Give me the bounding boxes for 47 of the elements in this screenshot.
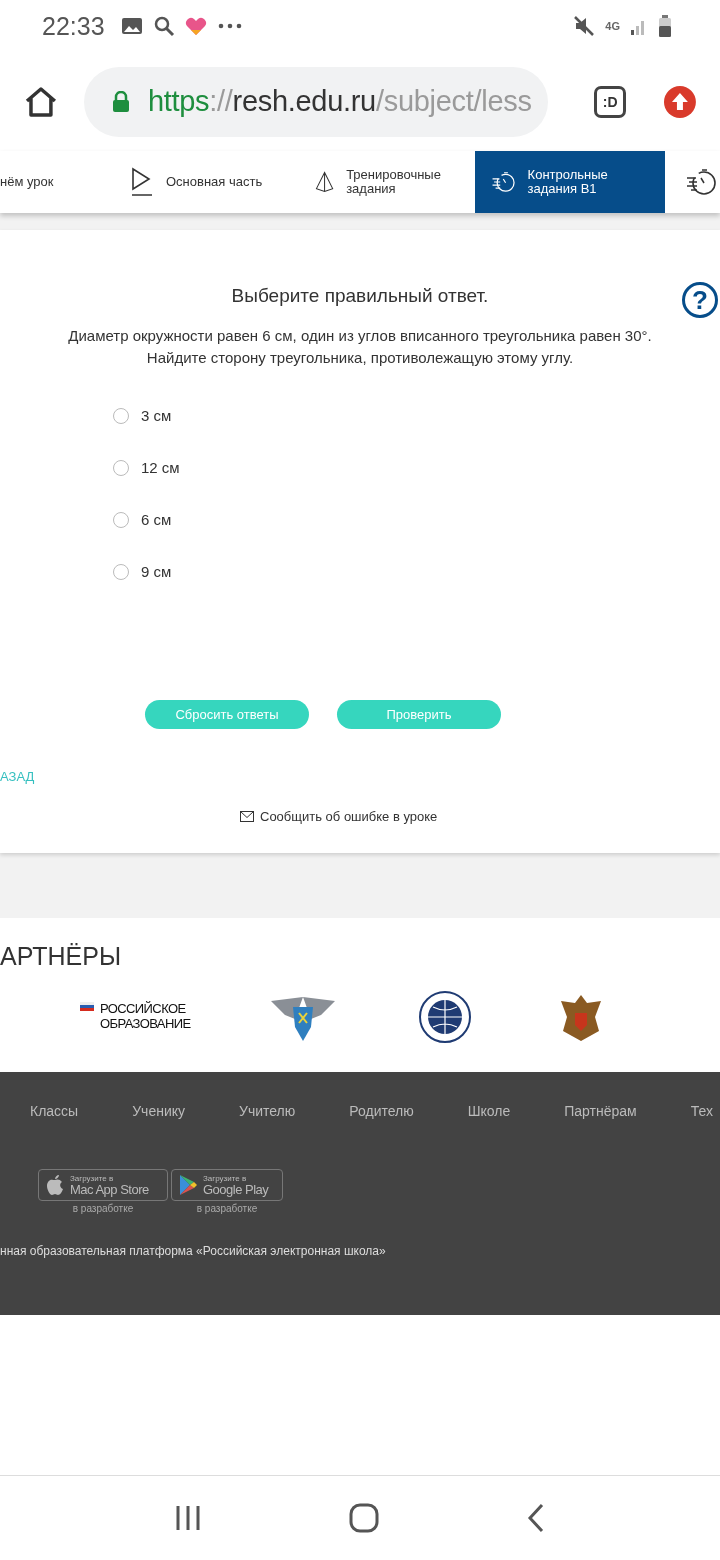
address-bar[interactable]: https://resh.edu.ru/subject/less <box>83 66 549 137</box>
lesson-tab[interactable]: Основная часть <box>110 151 295 213</box>
footer-link[interactable]: Тех <box>690 1103 713 1119</box>
option-label: 6 см <box>141 511 172 528</box>
option-label: 9 см <box>141 563 172 580</box>
partner-logo-text[interactable]: РОССИЙСКОЕ ОБРАЗОВАНИЕ <box>100 1002 191 1032</box>
play-store-icon <box>179 1174 197 1196</box>
mail-icon <box>240 811 254 822</box>
battery-icon <box>658 15 672 37</box>
store-caption: в разработке <box>72 1203 134 1214</box>
lesson-tab[interactable]: нём урок <box>0 151 110 213</box>
footer-link[interactable]: Классы <box>30 1103 79 1119</box>
report-link[interactable]: Сообщить об ошибке в уроке <box>260 809 438 824</box>
lock-icon <box>111 90 130 113</box>
partners-title: АРТНЁРЫ <box>0 942 123 971</box>
footer-link[interactable]: Ученику <box>132 1103 185 1119</box>
mute-icon <box>573 15 596 37</box>
tabs-button[interactable]: :D <box>594 85 627 118</box>
footer-link[interactable]: Школе <box>467 1103 511 1119</box>
stopwatch-icon <box>685 167 717 197</box>
upload-icon[interactable] <box>664 85 696 118</box>
flag-icon <box>80 1002 94 1012</box>
network-label: 4G <box>605 20 620 32</box>
footer-link[interactable]: Родителю <box>349 1103 414 1119</box>
search-icon <box>152 15 175 37</box>
question-text: Диаметр окружности равен 6 см, один из углов вписанного треугольника равен 30°. Найдите сторону треугольника, противолежащую этому углу. <box>67 326 653 368</box>
apple-icon <box>46 1174 64 1196</box>
home-button-icon[interactable] <box>349 1503 379 1533</box>
home-icon[interactable] <box>24 85 58 118</box>
play-icon <box>130 167 154 197</box>
store-caption: в разработке <box>196 1203 258 1214</box>
help-button[interactable]: ? <box>682 282 718 318</box>
lesson-tab[interactable]: Контрольные задания В1 <box>475 151 665 213</box>
task-heading: Выберите правильный ответ. <box>231 285 489 307</box>
url-text: https://resh.edu.ru/subject/less <box>147 85 532 118</box>
option-label: 3 см <box>141 407 172 424</box>
option-label: 12 см <box>141 459 180 476</box>
footer-link[interactable]: Партнёрам <box>564 1103 637 1119</box>
copyright-text: нная образовательная платформа «Российская электронная школа» <box>0 1244 387 1258</box>
image-icon <box>120 16 143 36</box>
store-badge[interactable]: Загрузите в Google Play <box>171 1169 283 1201</box>
lesson-tab[interactable]: Тренировочные задания <box>295 151 475 213</box>
heart-icon <box>184 16 207 36</box>
more-icon <box>216 22 243 30</box>
status-time: 22:33 <box>42 11 105 41</box>
footer-link[interactable]: Учителю <box>239 1103 296 1119</box>
store-badge[interactable]: Загрузите в Mac App Store <box>38 1169 168 1201</box>
